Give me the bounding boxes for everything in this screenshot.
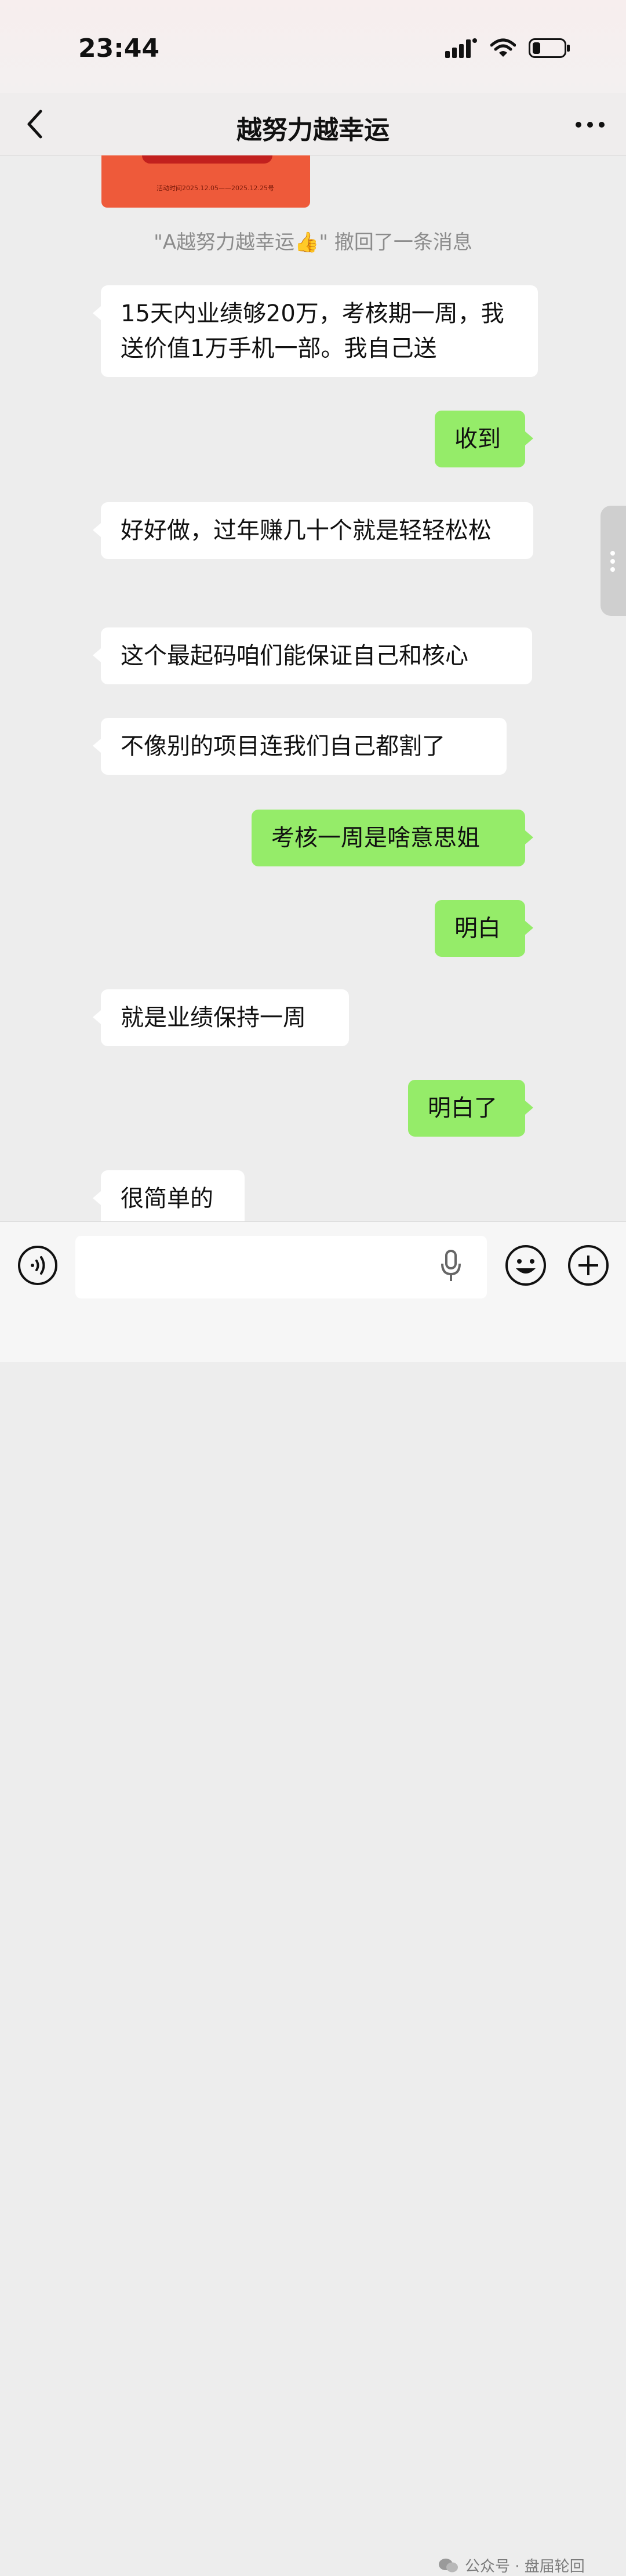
message-input[interactable] [75,1236,487,1298]
message-bubble[interactable]: 考核一周是啥意思姐 [252,810,533,866]
message-bubble[interactable]: 明白 [435,900,533,957]
contact-avatar[interactable] [19,285,82,349]
plus-icon[interactable] [567,1244,610,1287]
chat-header: 越努力越幸运 [0,93,626,156]
contact-avatar[interactable] [19,989,82,1053]
emoji-icon[interactable] [504,1244,547,1287]
my-avatar[interactable] [544,411,607,474]
poster-caption: 活动时间2025.12.05——2025.12.25号 [156,184,274,192]
message-bubble[interactable]: 很简单的 [93,1170,245,1221]
contact-avatar[interactable] [19,1170,82,1221]
my-avatar[interactable] [544,1080,607,1144]
message-bubble[interactable]: 15天内业绩够20万，考核期一周，我送价值1万手机一部。我自己送 [93,285,538,377]
status-icons [445,38,570,58]
my-avatar[interactable] [544,810,607,873]
chat-title: 越努力越幸运 [236,115,390,145]
contact-avatar[interactable] [19,718,82,782]
message-bubble[interactable]: 不像别的项目连我们自己都割了 [93,718,507,775]
promo-poster-image[interactable]: 活动时间2025.12.05——2025.12.25号 [101,155,310,208]
status-time: 23:44 [78,34,160,63]
chat-messages[interactable]: 活动时间2025.12.05——2025.12.25号 "A越努力越幸运👍" 撤… [0,155,626,1221]
recall-notice: "A越努力越幸运👍" 撤回了一条消息 [154,231,472,254]
wifi-icon [490,38,516,57]
voice-icon[interactable] [17,1245,58,1286]
status-bar: 23:44 [0,0,626,93]
poster-banner [142,155,272,164]
battery-icon [529,38,570,58]
more-dots-icon[interactable] [574,118,606,131]
message-bubble[interactable]: 好好做，过年赚几十个就是轻轻松松 [93,502,533,559]
wechat-logo-icon [439,2558,458,2572]
my-avatar[interactable] [544,900,607,964]
watermark-text: 公众号 · 盘届轮回 [465,2558,585,2575]
mic-icon[interactable] [441,1250,461,1282]
message-bubble[interactable]: 这个最起码咱们能保证自己和核心 [93,627,532,684]
contact-avatar[interactable] [19,502,82,566]
message-bubble[interactable]: 收到 [435,411,533,467]
input-bar: 公众号 · 盘届轮回 [0,1221,626,2575]
watermark: 公众号 · 盘届轮回 [438,2555,585,2576]
side-drawer-handle[interactable] [600,506,626,616]
message-bubble[interactable]: 明白了 [408,1080,533,1137]
message-bubble[interactable]: 就是业绩保持一周 [93,989,349,1046]
signal-icon [445,38,477,58]
contact-avatar[interactable] [19,627,82,691]
